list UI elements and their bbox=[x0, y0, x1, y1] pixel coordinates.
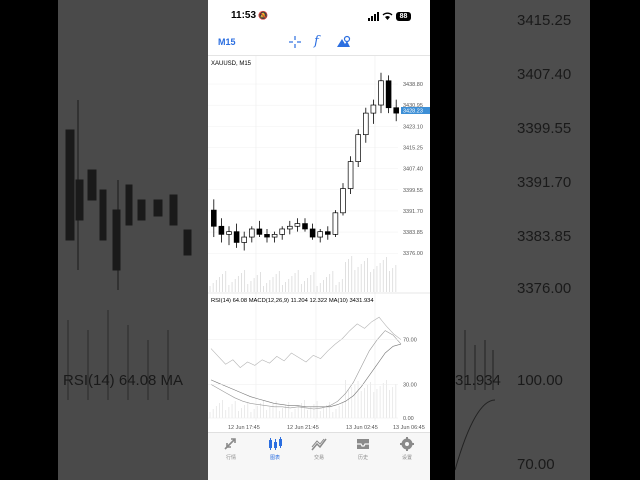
price-chart[interactable]: XAUUSD, M15 3438.803430.953423.103415.25… bbox=[208, 56, 430, 432]
background-price-axis: 3415.25 3407.40 3399.55 3391.70 3383.85 … bbox=[510, 0, 590, 480]
crosshair-icon[interactable] bbox=[288, 35, 302, 49]
chart-area[interactable]: XAUUSD, M15 3438.80 3430.95 3423.10 3415.25… bbox=[208, 55, 430, 431]
function-icon[interactable]: f bbox=[314, 34, 319, 49]
background-price-6: 3376.00 bbox=[517, 280, 572, 297]
background-price-2: 3407.40 bbox=[517, 66, 572, 83]
time-label: 13 Jun 06:45 bbox=[393, 425, 425, 431]
volume-bars bbox=[209, 256, 397, 292]
background-indicator-label: RSI(14) 64.08 MA bbox=[63, 372, 184, 389]
status-bar: 11:53 🔕 88 bbox=[208, 0, 430, 30]
price-tick-label: 3391.70 bbox=[403, 209, 423, 215]
candle-body bbox=[317, 231, 323, 238]
current-price-label: 3428.23 bbox=[403, 109, 423, 115]
macd-line bbox=[210, 330, 402, 410]
candle-body bbox=[340, 188, 346, 214]
settings-icon bbox=[400, 437, 414, 451]
candle-body bbox=[325, 231, 331, 235]
tab-quotes[interactable]: 行情 bbox=[211, 437, 251, 471]
objects-icon[interactable] bbox=[336, 35, 351, 49]
candle-body bbox=[355, 134, 361, 162]
screen: RSI(14) 64.08 MA 31.934 3415.25 3407.40 … bbox=[0, 0, 640, 480]
candle-body bbox=[378, 80, 384, 106]
chart-icon bbox=[269, 437, 282, 450]
tab-quotes-label: 行情 bbox=[225, 455, 236, 461]
history-icon bbox=[357, 439, 369, 449]
price-tick-label: 3376.00 bbox=[403, 251, 423, 257]
candle-body bbox=[249, 228, 255, 238]
price-tick-label: 3423.10 bbox=[403, 124, 423, 130]
indicator-lines bbox=[209, 316, 402, 418]
candle-body bbox=[309, 228, 316, 238]
status-time: 11:53 bbox=[231, 10, 257, 21]
candlesticks bbox=[211, 72, 399, 251]
candle-body bbox=[287, 225, 293, 230]
price-tick-label: 3383.85 bbox=[403, 230, 423, 236]
signal-icon bbox=[368, 12, 379, 21]
background-price-4: 3391.70 bbox=[517, 174, 572, 191]
time-label: 13 Jun 02:45 bbox=[346, 425, 378, 431]
price-tick-label: 3399.55 bbox=[403, 188, 423, 194]
tab-chart[interactable]: 图表 bbox=[255, 437, 295, 471]
candle-body bbox=[264, 234, 270, 238]
candle-body bbox=[302, 223, 308, 230]
bell-icon: 🔕 bbox=[258, 11, 268, 20]
rsi-line bbox=[210, 316, 402, 369]
background-price-5: 3383.85 bbox=[517, 228, 572, 245]
indicator-tick-label: 0.00 bbox=[403, 416, 414, 422]
candle-body bbox=[218, 225, 225, 235]
chart-toolbar: M15 f bbox=[208, 32, 430, 54]
background-left-panel: RSI(14) 64.08 MA bbox=[58, 0, 208, 480]
tab-trade[interactable]: 交易 bbox=[299, 437, 339, 471]
time-axis: 12 Jun 17:45 12 Jun 21:45 13 Jun 02:45 13 J… bbox=[228, 425, 425, 431]
candle-body bbox=[347, 161, 354, 189]
tab-history-label: 历史 bbox=[357, 455, 368, 461]
candle-body bbox=[233, 231, 240, 243]
indicator-tick-label: 70.00 bbox=[403, 338, 417, 344]
price-tick-label: 3407.40 bbox=[403, 167, 423, 173]
candle-body bbox=[370, 104, 377, 114]
wifi-icon bbox=[382, 12, 393, 20]
candle-body bbox=[393, 107, 399, 114]
phone-screen: 11:53 🔕 88 M15 f XAUUSD, M15 3438.80 343… bbox=[208, 0, 430, 480]
tab-settings-label: 设置 bbox=[401, 455, 412, 461]
background-left-candles bbox=[65, 100, 192, 400]
trade-icon bbox=[311, 438, 327, 451]
battery-icon: 88 bbox=[396, 12, 411, 21]
tab-history[interactable]: 历史 bbox=[343, 437, 383, 471]
time-label: 12 Jun 21:45 bbox=[287, 425, 319, 431]
timeframe-button[interactable]: M15 bbox=[218, 37, 236, 47]
candle-body bbox=[332, 212, 339, 235]
candle-body bbox=[279, 228, 285, 235]
background-price-1: 3415.25 bbox=[517, 12, 572, 29]
candle-body bbox=[256, 228, 263, 235]
background-indicator-tick-1: 100.00 bbox=[517, 372, 563, 389]
signal-line bbox=[210, 343, 402, 408]
bottom-tab-bar: 行情 图表 交易 历史 设置 bbox=[208, 432, 430, 480]
price-tick-label: 3438.80 bbox=[403, 82, 423, 88]
symbol-label: XAUUSD, M15 bbox=[211, 61, 252, 67]
candle-body bbox=[385, 80, 392, 109]
background-indicator-tick-2: 70.00 bbox=[517, 456, 555, 473]
tab-trade-label: 交易 bbox=[313, 455, 324, 461]
price-tick-label: 3415.25 bbox=[403, 145, 423, 151]
candle-body bbox=[241, 236, 247, 243]
candle-body bbox=[271, 234, 278, 238]
tab-settings[interactable]: 设置 bbox=[387, 437, 427, 471]
indicator-label: RSI(14) 64.08 MACD(12,26,9) 11.204 12.32… bbox=[211, 298, 374, 304]
indicator-tick-label: 30.00 bbox=[403, 382, 417, 388]
time-label: 12 Jun 17:45 bbox=[228, 425, 260, 431]
indicator-axis: 70.00 30.00 0.00 bbox=[208, 338, 417, 422]
background-indicator-value: 31.934 bbox=[455, 372, 501, 389]
candle-body bbox=[294, 223, 301, 227]
candle-body bbox=[363, 112, 369, 136]
tab-chart-label: 图表 bbox=[269, 455, 280, 461]
background-price-3: 3399.55 bbox=[517, 120, 572, 137]
candle-body bbox=[211, 209, 217, 227]
candle-body bbox=[226, 231, 232, 235]
quotes-icon bbox=[224, 438, 236, 450]
